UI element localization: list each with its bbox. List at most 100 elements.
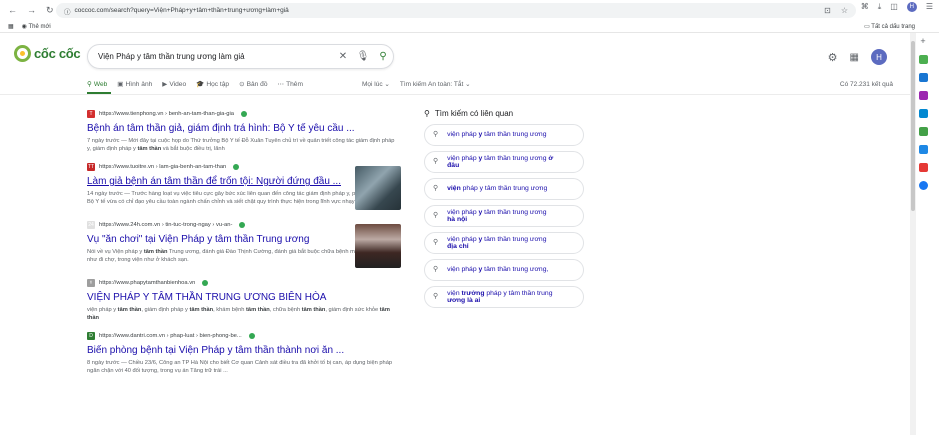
forward-icon[interactable]: →: [27, 5, 36, 16]
search-input[interactable]: Viện Pháp y tâm thần trung ương làm giả: [98, 52, 333, 61]
result-source[interactable]: Dhttps://www.dantri.com.vn › phap-luat ›…: [87, 331, 397, 341]
graduation-icon: 🎓: [196, 81, 205, 88]
tab-video[interactable]: ▶ Video: [162, 80, 186, 89]
search-icon: ⚲: [433, 158, 439, 166]
search-tools: Mọi lúc ⌄ Tìm kiếm An toàn: Tắt ⌄: [362, 80, 471, 88]
verified-icon: [233, 164, 240, 170]
result-snippet: 14 ngày trước — Trước hàng loạt vụ việc …: [87, 191, 396, 205]
sidebar-app-8-icon[interactable]: [918, 181, 928, 190]
all-bookmarks[interactable]: ▭ Tất cả dấu trang: [864, 23, 915, 30]
bookmark-new-tab[interactable]: ◉ Thẻ mới: [22, 23, 51, 30]
result-source[interactable]: 24 https://www.24h.com.vn › tin-tuc-trong…: [87, 220, 397, 230]
site-favicon-icon: ⚕: [87, 279, 95, 287]
tab-hình-ảnh[interactable]: ▣ Hình ảnh: [117, 80, 152, 89]
search-box[interactable]: Viện Pháp y tâm thần trung ương làm giả …: [87, 44, 394, 69]
related-searches: ⚲ Tìm kiếm có liên quan ⚲ viện pháp y tâm…: [424, 109, 584, 313]
result-count: Có 72.231 kết quả: [839, 81, 893, 88]
result-url: https://www.tuoitre.vn › lam-gia-benh-an…: [99, 164, 227, 170]
tab-thêm[interactable]: ⋯ Thêm: [277, 80, 303, 89]
sidebar-app-7-icon[interactable]: [918, 163, 928, 172]
sidebar-app-3-icon[interactable]: [918, 91, 928, 100]
search-icon: ⚲: [424, 109, 430, 118]
related-search-item[interactable]: ⚲ viện pháp y tâm thần trung ương hà nội: [424, 205, 584, 227]
related-search-item[interactable]: ⚲ viện pháp y tâm thần trung ương: [424, 124, 584, 146]
result-url: https://www.dantri.com.vn › phap-luat › …: [99, 333, 242, 339]
site-favicon-icon: TT: [87, 163, 95, 171]
gear-icon[interactable]: ⚙: [828, 51, 838, 64]
back-icon[interactable]: ←: [8, 5, 17, 16]
menu-icon[interactable]: ☰: [926, 2, 933, 12]
user-avatar[interactable]: H: [871, 49, 887, 65]
sidebar-app-5-icon[interactable]: [918, 127, 928, 136]
search-icon: ⚲: [433, 212, 439, 220]
safe-search-label: Tìm kiếm An toàn: Tắt: [399, 81, 464, 88]
result-title[interactable]: Bệnh án tâm thần giả, giám định trá hình…: [87, 122, 397, 135]
search-result: TT https://www.tuoitre.vn › lam-gia-benh-…: [87, 162, 401, 210]
result-title[interactable]: Làm giả bệnh án tâm thần để trốn tội: Ng…: [87, 175, 397, 188]
search-icon[interactable]: ⚲: [373, 51, 393, 62]
bookmark-label: Thẻ mới: [28, 23, 51, 30]
related-search-text: viện pháp y tâm thần trung ương: [447, 131, 547, 139]
tab-bản-đồ[interactable]: ⊙ Bản đồ: [239, 80, 267, 89]
search-icon: ⚲: [87, 81, 92, 88]
more-icon: ⋯: [277, 81, 285, 88]
result-snippet: 7 ngày trước — Mới đây tại cuộc họp do T…: [87, 138, 395, 152]
result-source[interactable]: Thttps://www.tienphong.vn › benh-an-tam-…: [87, 109, 397, 119]
sidebar-app-2-icon[interactable]: [918, 73, 928, 82]
result-title[interactable]: Biến phòng bệnh tại Viện Pháp y tâm thần…: [87, 344, 397, 357]
result-title[interactable]: VIỆN PHÁP Y TÂM THẦN TRUNG ƯƠNG BIÊN HÒA: [87, 291, 397, 304]
verified-icon: [202, 280, 209, 286]
result-source[interactable]: TT https://www.tuoitre.vn › lam-gia-benh-…: [87, 162, 397, 172]
tab-học-tập[interactable]: 🎓 Học tập: [196, 80, 229, 89]
related-search-text: viện pháp y tâm thần trung ương hà nội: [447, 208, 547, 224]
add-sidebar-icon[interactable]: +: [920, 36, 925, 46]
bookmark-star-icon[interactable]: ☆: [841, 6, 848, 15]
reload-icon[interactable]: ↻: [46, 5, 54, 16]
profile-avatar[interactable]: H: [906, 2, 917, 12]
download-icon[interactable]: ⤓: [878, 2, 882, 12]
sidebar-app-1-icon[interactable]: [918, 55, 928, 64]
apps-icon[interactable]: ▦: [8, 23, 14, 30]
time-filter-label: Mọi lúc: [362, 81, 383, 88]
safe-search-filter[interactable]: Tìm kiếm An toàn: Tắt ⌄: [400, 80, 471, 88]
sidebar-app-6-icon[interactable]: [918, 145, 928, 154]
result-source[interactable]: ⚕ https://www.phapytamthanbienhoa.vn: [87, 278, 397, 288]
clear-icon[interactable]: ✕: [333, 51, 353, 62]
result-title[interactable]: Vụ "ăn chơi" tại Viện Pháp y tâm thần Tr…: [87, 233, 397, 246]
sidebar-app-4-icon[interactable]: [918, 109, 928, 118]
url-text: coccoc.com/search?query=Viện+Pháp+y+tâm+…: [74, 7, 289, 14]
extensions-icon[interactable]: ⌘: [861, 2, 869, 12]
related-search-text: viện pháp y tâm thần trung ương,: [447, 266, 549, 274]
related-search-item[interactable]: ⚲ viện trưởng pháp y tâm thần trung ương l…: [424, 286, 584, 308]
coccoc-logo[interactable]: cốc cốc: [14, 45, 81, 62]
tab-label: Web: [93, 80, 108, 88]
time-filter[interactable]: Mọi lúc ⌄: [362, 80, 390, 88]
apps-grid-icon[interactable]: ▦: [850, 52, 859, 63]
all-bookmarks-label: Tất cả dấu trang: [871, 23, 915, 30]
related-search-item[interactable]: ⚲ viện pháp y tâm thần trung ương,: [424, 259, 584, 281]
related-search-item[interactable]: ⚲ viện pháp y tâm thần trung ương: [424, 178, 584, 200]
site-favicon-icon: D: [87, 332, 95, 340]
related-search-item[interactable]: ⚲ viện pháp y tâm thần trung ương ở đâu: [424, 151, 584, 173]
related-title-text: Tìm kiếm có liên quan: [434, 109, 514, 118]
search-result: 24 https://www.24h.com.vn › tin-tuc-trong…: [87, 220, 401, 268]
result-thumbnail[interactable]: [355, 166, 401, 210]
result-thumbnail[interactable]: [355, 224, 401, 268]
result-url: https://www.tienphong.vn › benh-an-tam-t…: [99, 111, 235, 117]
search-icon: ⚲: [433, 239, 439, 247]
search-result: ⚕ https://www.phapytamthanbienhoa.vn VIỆN …: [87, 278, 397, 322]
result-snippet: Nói về vụ Viện pháp y tâm thần Trung ươn…: [87, 249, 388, 263]
verified-icon: [239, 222, 246, 228]
microphone-icon[interactable]: 🎙: [353, 51, 373, 62]
site-info-icon[interactable]: ⓘ: [64, 6, 71, 16]
search-icon: ⚲: [433, 293, 439, 301]
tab-web[interactable]: ⚲ Web: [87, 80, 108, 89]
sidepanel-icon[interactable]: ◫: [890, 2, 898, 12]
translate-icon[interactable]: ⊡: [824, 6, 831, 15]
scrollbar-thumb[interactable]: [911, 41, 915, 211]
logo-mark-icon: [14, 45, 31, 62]
search-page: cốc cốc Viện Pháp y tâm thần trung ương …: [0, 33, 910, 435]
search-icon: ⚲: [433, 185, 439, 193]
related-search-item[interactable]: ⚲ viện pháp y tâm thần trung ương địa chỉ: [424, 232, 584, 254]
address-bar[interactable]: ⓘ coccoc.com/search?query=Viện+Pháp+y+tâ…: [56, 3, 856, 18]
